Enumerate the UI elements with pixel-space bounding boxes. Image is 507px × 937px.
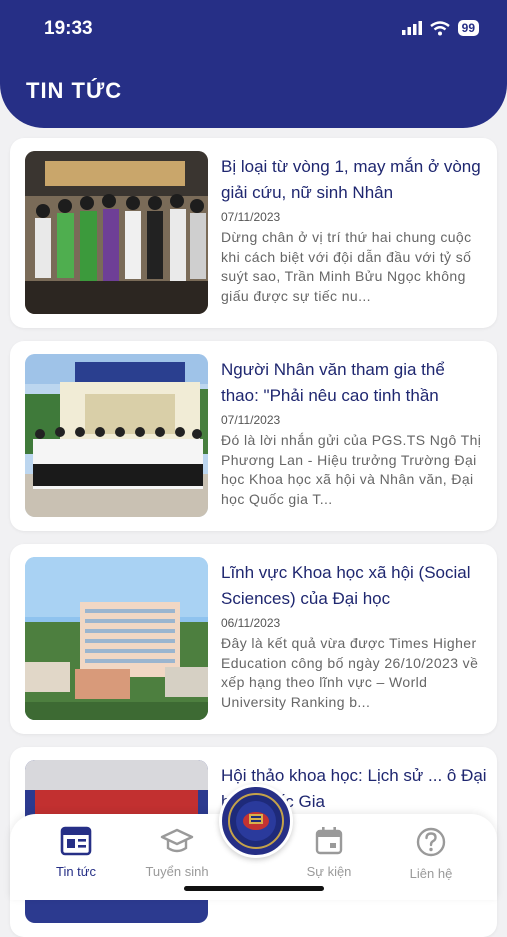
news-card[interactable]: Bị loại từ vòng 1, may mắn ở vòng giải c… [10, 138, 497, 328]
newspaper-icon [60, 826, 92, 856]
home-indicator [184, 886, 324, 891]
news-title: Bị loại từ vòng 1, may mắn ở vòng giải c… [221, 157, 481, 202]
tab-label: Tuyển sinh [145, 864, 209, 879]
news-thumbnail [25, 557, 208, 720]
tab-su-kien[interactable]: Sự kiện [284, 826, 374, 879]
university-logo-button[interactable] [219, 784, 293, 858]
wifi-icon [429, 20, 450, 35]
tab-label: Sự kiện [306, 864, 352, 879]
calendar-icon [315, 827, 343, 855]
news-date: 07/11/2023 [221, 413, 281, 427]
news-date: 06/11/2023 [221, 616, 281, 630]
help-circle-icon [416, 827, 446, 857]
graduation-cap-icon [160, 828, 194, 853]
tab-label: Liên hệ [409, 866, 453, 881]
news-title: Lĩnh vực Khoa học xã hội (Social Science… [221, 563, 471, 608]
status-time: 19:33 [44, 18, 93, 39]
news-thumbnail [25, 151, 208, 314]
news-thumbnail [25, 354, 208, 517]
tab-tuyen-sinh[interactable]: Tuyển sinh [132, 826, 222, 879]
news-card[interactable]: Lĩnh vực Khoa học xã hội (Social Science… [10, 544, 497, 734]
news-excerpt: Đó là lời nhắn gửi của PGS.TS Ngô Thị Ph… [221, 432, 482, 507]
page-title: TIN TỨC [26, 78, 123, 103]
battery-indicator: 99 [457, 20, 479, 36]
tab-lien-he[interactable]: Liên hệ [386, 826, 476, 881]
news-excerpt: Đây là kết quả vừa được Times Higher Edu… [221, 635, 479, 710]
tab-tin-tuc[interactable]: Tin tức [31, 826, 121, 879]
status-icons: 99 [401, 20, 479, 36]
news-excerpt: Dừng chân ở vị trí thứ hai chung cuộc kh… [221, 229, 472, 304]
app-header: 19:33 99 TIN TỨC [0, 0, 507, 128]
signal-icon [401, 21, 422, 35]
tab-label: Tin tức [55, 864, 96, 879]
news-title: Người Nhân văn tham gia thể thao: "Phải … [221, 360, 445, 405]
university-logo-icon [228, 793, 284, 849]
news-date: 07/11/2023 [221, 210, 281, 224]
news-card[interactable]: Người Nhân văn tham gia thể thao: "Phải … [10, 341, 497, 531]
